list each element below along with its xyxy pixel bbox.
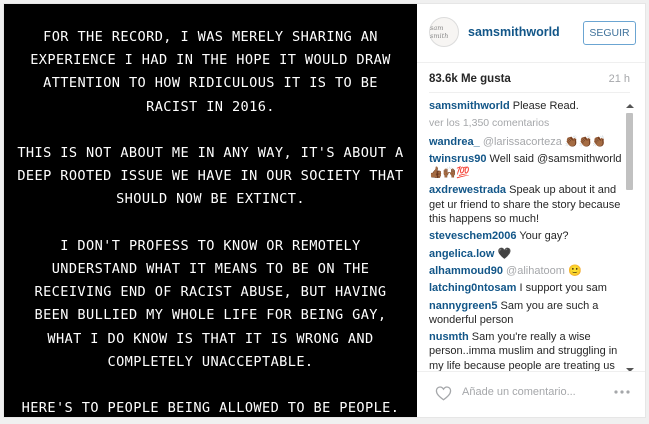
comment-username[interactable]: nusmth <box>429 331 469 343</box>
comment-text: 🖤 <box>497 247 512 260</box>
post-header: sam smith samsmithworld SEGUIR <box>417 4 645 63</box>
scrollbar-thumb[interactable] <box>626 113 633 190</box>
post-timestamp[interactable]: 21 h <box>609 73 630 85</box>
follow-button[interactable]: SEGUIR <box>583 21 636 45</box>
comment-username[interactable]: axdrewestrada <box>429 184 506 196</box>
comment-item: twinsrus90 Well said @samsmithworld 👍🏾🙌🏾… <box>429 152 634 181</box>
comment-item: nusmth Sam you're really a wise person..… <box>429 330 634 373</box>
avatar[interactable]: sam smith <box>429 17 459 47</box>
likes-count[interactable]: 83.6k Me gusta <box>429 73 511 85</box>
more-options-icon[interactable] <box>614 390 630 394</box>
scroll-up-arrow-icon[interactable] <box>625 104 634 108</box>
comment-username[interactable]: alhammoud90 <box>429 265 503 277</box>
comment-username[interactable]: angelica.low <box>429 248 494 260</box>
statement-paragraph: FOR THE RECORD, I WAS MERELY SHARING AN … <box>30 29 391 115</box>
comment-item: alhammoud90 @alihatoom 🙂 <box>429 264 634 278</box>
comment-text: @larissacorteza 👏🏾👏🏾👏🏾 <box>482 135 606 148</box>
comment-text: I support you sam <box>519 282 607 295</box>
comment-username[interactable]: latching0ntosam <box>429 282 516 294</box>
caption-text: Please Read. <box>512 100 579 112</box>
post-meta: 83.6k Me gusta 21 h <box>429 73 630 89</box>
comment-username[interactable]: steveschem2006 <box>429 230 516 242</box>
statement-paragraph: THIS IS NOT ABOUT ME IN ANY WAY, IT'S AB… <box>17 145 404 208</box>
comment-item: steveschem2006 Your gay? <box>429 229 634 243</box>
comment-username[interactable]: wandrea_ <box>429 136 480 148</box>
image-statement-text: FOR THE RECORD, I WAS MERELY SHARING AN … <box>14 26 407 417</box>
comments-scrollbar[interactable] <box>624 102 635 374</box>
avatar-logo-text: sam smith <box>430 24 449 40</box>
comment-item: nannygreen5 Sam you are such a wonderful… <box>429 299 634 328</box>
post-modal: FOR THE RECORD, I WAS MERELY SHARING AN … <box>3 3 646 418</box>
caption-username[interactable]: samsmithworld <box>429 100 510 112</box>
comment-username[interactable]: twinsrus90 <box>429 153 486 165</box>
comment-username[interactable]: nannygreen5 <box>429 300 497 312</box>
comment-item: angelica.low 🖤 <box>429 247 634 261</box>
comments-list[interactable]: samsmithworld Please Read. ver los 1,350… <box>429 99 634 373</box>
author-username-link[interactable]: samsmithworld <box>468 25 560 39</box>
divider <box>429 92 630 93</box>
add-comment-input[interactable] <box>462 386 597 398</box>
statement-paragraph: HERE'S TO PEOPLE BEING ALLOWED TO BE PEO… <box>21 400 400 417</box>
comment-text: Your gay? <box>519 230 569 243</box>
comment-item: wandrea_ @larissacorteza 👏🏾👏🏾👏🏾 <box>429 135 634 149</box>
post-sidebar: sam smith samsmithworld SEGUIR 83.6k Me … <box>417 4 645 417</box>
heart-icon[interactable] <box>435 385 452 401</box>
comment-item: axdrewestrada Speak up about it and get … <box>429 183 634 226</box>
statement-paragraph: I DON'T PROFESS TO KNOW OR REMOTELY UNDE… <box>34 237 387 370</box>
comment-item: latching0ntosam I support you sam <box>429 281 634 295</box>
view-all-comments-link[interactable]: ver los 1,350 comentarios <box>429 116 634 130</box>
post-actions <box>417 371 645 417</box>
comment-text: @alihatoom 🙂 <box>506 264 582 277</box>
caption: samsmithworld Please Read. <box>429 99 634 113</box>
post-image[interactable]: FOR THE RECORD, I WAS MERELY SHARING AN … <box>4 4 417 417</box>
